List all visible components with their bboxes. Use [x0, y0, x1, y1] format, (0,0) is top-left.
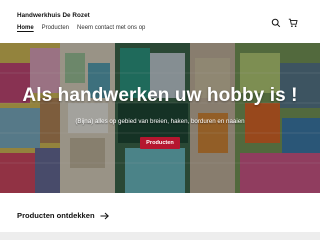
brand-name[interactable]: Handwerkhuis De Rozet [17, 12, 90, 19]
hero-banner: Als handwerken uw hobby is ! (Bijna) all… [0, 43, 320, 193]
nav-contact[interactable]: Neem contact met ons op [77, 25, 145, 31]
producten-button[interactable]: Producten [140, 137, 180, 149]
next-section-strip [0, 232, 320, 240]
arrow-right-icon [100, 212, 109, 220]
section-heading[interactable]: Producten ontdekken [17, 211, 109, 220]
search-icon[interactable] [271, 15, 281, 28]
nav-home[interactable]: Home [17, 25, 34, 31]
section-title-text: Producten ontdekken [17, 211, 95, 220]
nav-producten[interactable]: Producten [42, 25, 69, 31]
hero-subtitle: (Bijna) alles op gebied van breien, hake… [75, 118, 245, 125]
cart-icon[interactable] [288, 15, 298, 27]
main-nav: Home Producten Neem contact met ons op [17, 25, 145, 31]
site-header: Handwerkhuis De Rozet Home Producten Nee… [0, 0, 320, 38]
hero-title: Als handwerken uw hobby is ! [22, 85, 298, 106]
